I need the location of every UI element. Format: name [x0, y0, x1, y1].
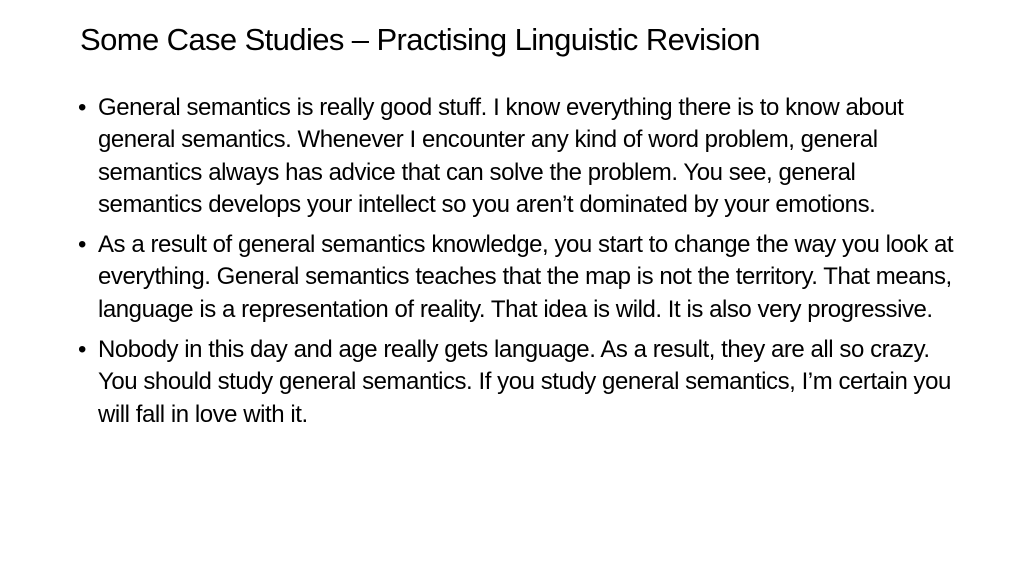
- bullet-icon: •: [78, 231, 86, 259]
- bullet-text: As a result of general semantics knowled…: [98, 231, 954, 323]
- bullet-icon: •: [78, 94, 86, 121]
- slide-title: Some Case Studies – Practising Linguisti…: [80, 22, 761, 57]
- bullet-text: General semantics is really good stuff. …: [98, 94, 904, 218]
- bullet-icon: •: [78, 336, 86, 364]
- bullet-item: • General semantics is really good stuff…: [76, 92, 956, 221]
- slide: Some Case Studies – Practising Linguisti…: [0, 0, 1024, 576]
- bullet-item: • As a result of general semantics knowl…: [76, 229, 956, 326]
- bullet-text: Nobody in this day and age really gets l…: [98, 336, 951, 428]
- bullet-list: • General semantics is really good stuff…: [76, 92, 956, 439]
- bullet-item: • Nobody in this day and age really gets…: [76, 334, 956, 431]
